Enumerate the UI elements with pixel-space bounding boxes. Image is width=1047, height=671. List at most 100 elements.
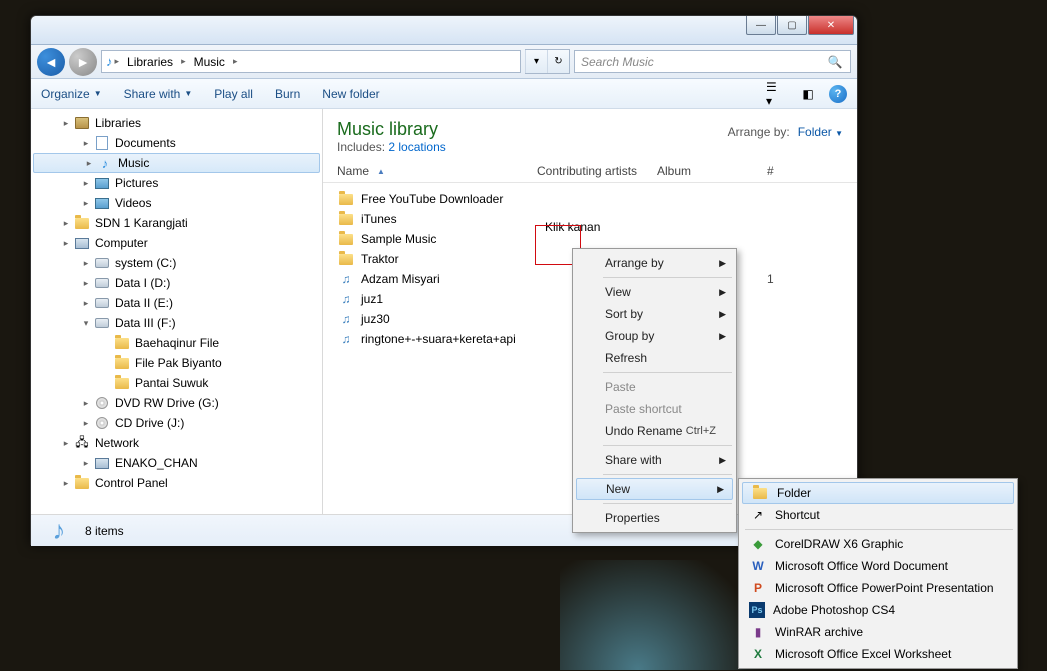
cm-properties[interactable]: Properties <box>575 507 734 529</box>
tree-label: Music <box>118 156 149 170</box>
sm-powerpoint[interactable]: PMicrosoft Office PowerPoint Presentatio… <box>741 577 1015 599</box>
tree-label: Data II (E:) <box>115 296 173 310</box>
tree-item[interactable]: ▸Computer <box>31 233 322 253</box>
chevron-right-icon: ▶ <box>719 331 726 342</box>
back-button[interactable]: ◄ <box>37 48 65 76</box>
tree-item[interactable]: ▸Data I (D:) <box>31 273 322 293</box>
expand-icon[interactable]: ▸ <box>59 438 73 449</box>
search-input[interactable]: Search Music 🔍 <box>574 50 851 73</box>
cm-view[interactable]: View▶ <box>575 281 734 303</box>
disc-icon <box>93 395 111 411</box>
breadcrumb-root[interactable]: Libraries <box>121 55 179 69</box>
expand-icon[interactable]: ▸ <box>79 278 93 289</box>
shortcut-icon: ↗ <box>749 507 767 523</box>
expand-icon[interactable]: ▸ <box>79 178 93 189</box>
titlebar[interactable]: — ▢ ✕ <box>31 16 857 45</box>
col-num[interactable]: # <box>767 164 807 178</box>
expand-icon[interactable]: ▸ <box>79 418 93 429</box>
sm-photoshop[interactable]: PsAdobe Photoshop CS4 <box>741 599 1015 621</box>
tree-item[interactable]: ▸Libraries <box>31 113 322 133</box>
drive-icon <box>93 315 111 331</box>
search-icon: 🔍 <box>826 55 844 69</box>
tree-item[interactable]: ▸♪Music <box>33 153 320 173</box>
cm-sort-by[interactable]: Sort by▶ <box>575 303 734 325</box>
cm-share-with[interactable]: Share with▶ <box>575 449 734 471</box>
tree-item[interactable]: Baehaqinur File <box>31 333 322 353</box>
expand-icon[interactable]: ▸ <box>79 458 93 469</box>
includes-link[interactable]: 2 locations <box>388 140 445 154</box>
folder-icon <box>337 251 355 267</box>
expand-icon[interactable]: ▸ <box>59 478 73 489</box>
minimize-button[interactable]: — <box>746 16 776 35</box>
tree-label: Baehaqinur File <box>135 336 219 350</box>
expand-icon[interactable]: ▸ <box>59 218 73 229</box>
view-options-button[interactable]: ☰ ▾ <box>765 84 787 104</box>
help-icon[interactable]: ? <box>829 85 847 103</box>
breadcrumb[interactable]: ♪ ▸ Libraries ▸ Music ▸ <box>101 50 521 73</box>
expand-icon[interactable]: ▸ <box>79 198 93 209</box>
chevron-right-icon: ▶ <box>719 455 726 466</box>
arrange-by[interactable]: Arrange by: Folder ▼ <box>728 119 843 139</box>
tree-item[interactable]: ▸Control Panel <box>31 473 322 493</box>
photoshop-icon: Ps <box>749 602 765 618</box>
burn-button[interactable]: Burn <box>275 87 300 101</box>
cm-arrange-by[interactable]: Arrange by▶ <box>575 252 734 274</box>
folder-icon <box>337 211 355 227</box>
preview-pane-button[interactable]: ◧ <box>797 84 819 104</box>
tree-item[interactable]: ▸ ENAKO_CHAN <box>31 453 322 473</box>
tree-item[interactable]: ▸ Data II (E:) <box>31 293 322 313</box>
play-all-button[interactable]: Play all <box>214 87 253 101</box>
expand-icon[interactable]: ▸ <box>79 298 93 309</box>
sm-excel[interactable]: XMicrosoft Office Excel Worksheet <box>741 643 1015 665</box>
tree-item[interactable]: ▸Documents <box>31 133 322 153</box>
tree-label: CD Drive (J:) <box>115 416 184 430</box>
sm-shortcut[interactable]: ↗Shortcut <box>741 504 1015 526</box>
tree-item[interactable]: ▸ SDN 1 Karangjati <box>31 213 322 233</box>
tree-item[interactable]: ▸Pictures <box>31 173 322 193</box>
separator <box>603 277 732 278</box>
expand-icon[interactable]: ▸ <box>79 398 93 409</box>
col-name[interactable]: Name▲ <box>337 164 537 178</box>
tree-label: ENAKO_CHAN <box>115 456 198 470</box>
cm-group-by[interactable]: Group by▶ <box>575 325 734 347</box>
breadcrumb-dropdown[interactable]: ▾ <box>525 50 547 73</box>
file-row[interactable]: Free YouTube Downloader <box>337 189 843 209</box>
col-contrib[interactable]: Contributing artists <box>537 164 657 178</box>
tree-item[interactable]: ▸Videos <box>31 193 322 213</box>
expand-icon[interactable]: ▸ <box>82 158 96 169</box>
chevron-down-icon: ▼ <box>184 89 192 98</box>
expand-icon[interactable]: ▸ <box>59 238 73 249</box>
expand-icon[interactable]: ▸ <box>59 118 73 129</box>
tree-item[interactable]: ▸ CD Drive (J:) <box>31 413 322 433</box>
breadcrumb-current[interactable]: Music <box>188 55 231 69</box>
expand-icon[interactable]: ▸ <box>79 258 93 269</box>
tree-item[interactable]: ▸system (C:) <box>31 253 322 273</box>
cm-refresh[interactable]: Refresh <box>575 347 734 369</box>
tree-item[interactable]: File Pak Biyanto <box>31 353 322 373</box>
tree-label: SDN 1 Karangjati <box>95 216 188 230</box>
column-headers[interactable]: Name▲ Contributing artists Album # <box>323 160 857 183</box>
cm-undo-rename[interactable]: Undo RenameCtrl+Z <box>575 420 734 442</box>
close-button[interactable]: ✕ <box>808 16 854 35</box>
tree-item[interactable]: ▸DVD RW Drive (G:) <box>31 393 322 413</box>
sm-folder[interactable]: Folder <box>742 482 1014 504</box>
tree-item[interactable]: ▸🖧Network <box>31 433 322 453</box>
sm-winrar[interactable]: ▮WinRAR archive <box>741 621 1015 643</box>
new-folder-button[interactable]: New folder <box>322 87 379 101</box>
tree-item[interactable]: ▾Data III (F:) <box>31 313 322 333</box>
tree-item[interactable]: Pantai Suwuk <box>31 373 322 393</box>
sm-corel[interactable]: ◆CorelDRAW X6 Graphic <box>741 533 1015 555</box>
share-with-button[interactable]: Share with▼ <box>124 87 193 101</box>
refresh-button[interactable]: ↻ <box>547 50 569 73</box>
toolbar: Organize▼ Share with▼ Play all Burn New … <box>31 79 857 109</box>
maximize-button[interactable]: ▢ <box>777 16 807 35</box>
expand-icon[interactable]: ▸ <box>79 138 93 149</box>
library-title: Music library <box>337 119 446 140</box>
sm-word[interactable]: WMicrosoft Office Word Document <box>741 555 1015 577</box>
expand-icon[interactable]: ▾ <box>79 318 93 329</box>
nav-tree[interactable]: ▸Libraries▸Documents▸♪Music▸Pictures▸Vid… <box>31 109 323 514</box>
cm-new[interactable]: New▶ <box>576 478 733 500</box>
forward-button[interactable]: ► <box>69 48 97 76</box>
col-album[interactable]: Album <box>657 164 767 178</box>
organize-button[interactable]: Organize▼ <box>41 87 102 101</box>
